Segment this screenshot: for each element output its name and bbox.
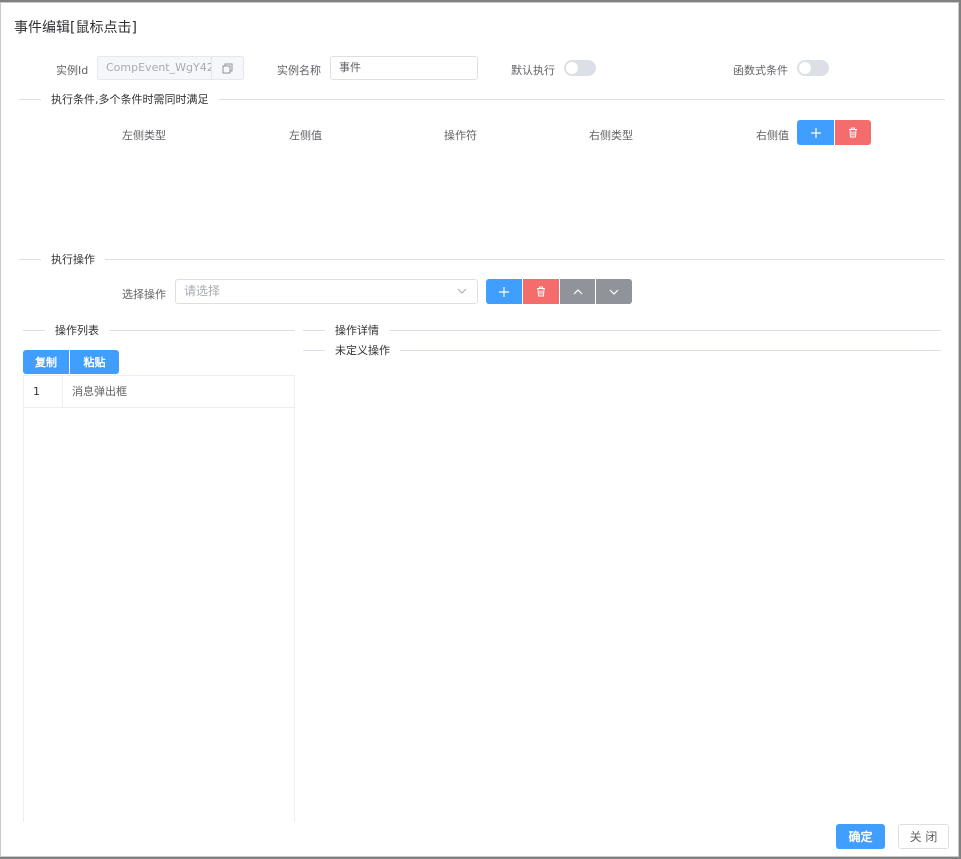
op-detail-sub-title: 未定义操作 [325, 344, 400, 358]
add-operation-button[interactable] [486, 279, 522, 304]
trash-icon [537, 286, 545, 297]
delete-condition-button[interactable] [835, 120, 871, 145]
list-item-name: 消息弹出框 [72, 385, 127, 398]
move-up-button[interactable] [560, 279, 595, 304]
func-cond-switch[interactable] [797, 60, 829, 76]
confirm-button[interactable]: 确定 [836, 824, 885, 849]
operations-divider [19, 259, 945, 260]
close-button[interactable]: 关 闭 [898, 824, 949, 849]
col-left-type: 左侧类型 [122, 129, 166, 142]
chevron-up-icon [573, 288, 582, 294]
paste-button[interactable]: 粘贴 [70, 350, 119, 374]
op-list-section-title: 操作列表 [45, 324, 109, 338]
instance-id-field[interactable]: CompEvent_WgY42 [97, 56, 244, 80]
list-item-index: 1 [24, 376, 63, 407]
list-item[interactable]: 1 消息弹出框 [24, 376, 294, 408]
func-cond-label: 函数式条件 [733, 64, 788, 77]
chevron-down-icon [609, 289, 619, 295]
plus-icon [499, 286, 509, 297]
plus-icon [810, 127, 821, 138]
event-edit-dialog: 事件编辑[鼠标点击] 实例Id CompEvent_WgY42 实例名称 事件 … [0, 2, 959, 857]
operations-section-title: 执行操作 [41, 253, 105, 267]
copy-icon[interactable] [211, 57, 243, 79]
operation-select-placeholder: 请选择 [184, 284, 221, 298]
copy-button[interactable]: 复制 [23, 350, 69, 374]
select-operation-label: 选择操作 [122, 288, 166, 301]
col-right-type: 右侧类型 [589, 129, 633, 142]
operation-select[interactable]: 请选择 [175, 279, 478, 304]
delete-operation-button[interactable] [523, 279, 559, 304]
switch-knob [799, 62, 811, 74]
conditions-section-title: 执行条件,多个条件时需同时满足 [41, 93, 219, 107]
instance-id-label: 实例Id [56, 64, 89, 77]
chevron-down-icon [457, 288, 467, 294]
instance-name-input[interactable]: 事件 [330, 56, 478, 80]
add-condition-button[interactable] [797, 120, 834, 145]
move-down-button[interactable] [596, 279, 632, 304]
op-detail-divider [303, 330, 941, 331]
col-left-value: 左侧值 [289, 129, 322, 142]
trash-icon [849, 127, 857, 138]
switch-knob [566, 62, 578, 74]
op-detail-section-title: 操作详情 [325, 324, 389, 338]
instance-id-value: CompEvent_WgY42 [106, 61, 212, 74]
dialog-title: 事件编辑[鼠标点击] [14, 20, 137, 36]
instance-name-label: 实例名称 [277, 64, 321, 77]
default-exec-switch[interactable] [564, 60, 596, 76]
col-right-value: 右侧值 [756, 129, 789, 142]
default-exec-label: 默认执行 [511, 64, 555, 77]
op-list-panel: 1 消息弹出框 [23, 375, 295, 822]
col-operator: 操作符 [444, 129, 477, 142]
